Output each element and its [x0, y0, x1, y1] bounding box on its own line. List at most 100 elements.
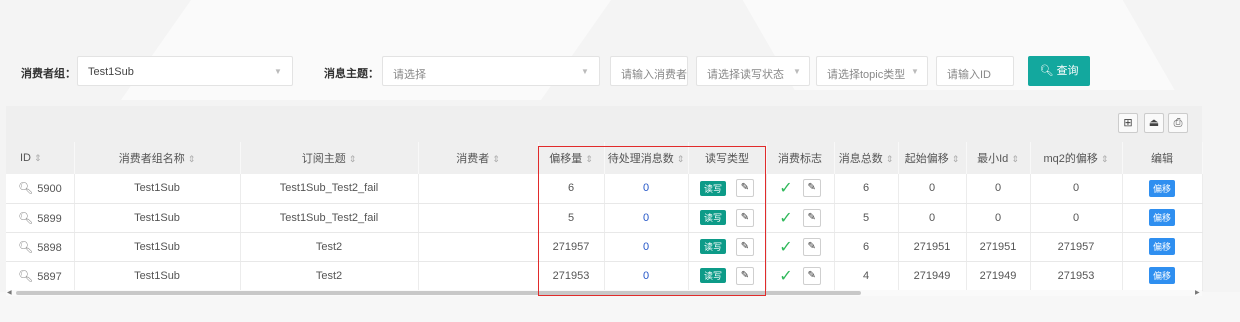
pencil-icon[interactable]: ✎: [802, 208, 821, 227]
pencil-icon[interactable]: ✎: [736, 208, 754, 227]
cell-offset: 271957: [538, 232, 605, 262]
cell-min-id: 271949: [966, 261, 1031, 291]
cell-total: 6: [834, 232, 899, 262]
cell-min-id: 271951: [966, 232, 1031, 262]
rw-badge: 读写: [699, 239, 726, 254]
col-header-edit: 编辑: [1122, 142, 1203, 174]
rw-status-placeholder: 请选择读写状态: [707, 69, 784, 81]
table-row: 🔍︎ 5898 Test1Sub Test2 271957 0 读写 ✎ ✓ ✎ 6 …: [6, 232, 1203, 262]
cell-mq2-offset: 271953: [1030, 261, 1123, 291]
col-header-group-name[interactable]: 消费者组名称 ⇕: [74, 142, 241, 174]
topic-label: 消息主题：: [324, 68, 379, 80]
cell-offset: 5: [538, 203, 605, 233]
id-input[interactable]: 请输入ID: [936, 56, 1014, 86]
topic-select[interactable]: 请选择 ▼: [382, 56, 600, 86]
topic-type-placeholder: 请选择topic类型: [827, 69, 906, 81]
cell-id[interactable]: 🔍︎ 5898: [6, 232, 75, 262]
col-header-rw-type: 读写类型: [688, 142, 767, 174]
cell-group: Test1Sub: [74, 203, 241, 233]
sort-icon: ⇕: [187, 154, 196, 164]
cell-min-id: 0: [966, 203, 1031, 233]
rw-status-select[interactable]: 请选择读写状态 ▼: [696, 56, 810, 86]
cell-mq2-offset: 0: [1030, 203, 1123, 233]
sort-icon: ⇕: [34, 153, 42, 163]
search-icon: 🔍︎: [1039, 65, 1054, 77]
cell-edit: 偏移: [1122, 232, 1203, 262]
offset-edit-button[interactable]: 偏移: [1148, 267, 1175, 284]
offset-edit-button[interactable]: 偏移: [1148, 209, 1175, 226]
cell-id[interactable]: 🔍︎ 5900: [6, 174, 75, 204]
cell-mq2-offset: 0: [1030, 174, 1123, 204]
cell-pending[interactable]: 0: [604, 232, 689, 262]
background-shape: [0, 292, 1240, 322]
query-button-label: 查询: [1056, 65, 1079, 77]
topic-placeholder: 请选择: [393, 69, 426, 81]
export-icon[interactable]: ⏏: [1144, 113, 1164, 133]
cell-edit: 偏移: [1122, 261, 1203, 291]
scroll-right-icon[interactable]: ▶: [1195, 289, 1200, 296]
cell-consumer: [418, 174, 539, 204]
table-header-row: ID ⇕ 消费者组名称 ⇕ 订阅主题 ⇕ 消费者 ⇕ 偏移量 ⇕ 待处理消息数 ⇕ 读写类型…: [6, 142, 1203, 174]
cell-total: 5: [834, 203, 899, 233]
query-button[interactable]: 🔍︎ 查询: [1028, 56, 1090, 86]
col-header-consume-flag: 消费标志: [766, 142, 835, 174]
pencil-icon[interactable]: ✎: [802, 266, 821, 285]
chevron-down-icon: ▼: [793, 67, 801, 76]
offset-edit-button[interactable]: 偏移: [1148, 179, 1175, 197]
col-header-id[interactable]: ID ⇕: [6, 142, 75, 174]
consumer-group-select[interactable]: Test1Sub ▼: [77, 56, 293, 86]
cell-topic: Test2: [240, 232, 419, 262]
col-header-start-offset[interactable]: 起始偏移 ⇕: [898, 142, 967, 174]
col-header-total[interactable]: 消息总数 ⇕: [834, 142, 899, 174]
pencil-icon[interactable]: ✎: [736, 237, 754, 256]
col-header-pending[interactable]: 待处理消息数 ⇕: [604, 142, 689, 174]
topic-type-select[interactable]: 请选择topic类型 ▼: [816, 56, 928, 86]
chevron-down-icon: ▼: [581, 67, 589, 76]
cell-edit: 偏移: [1122, 174, 1203, 204]
print-icon[interactable]: ⎙: [1168, 113, 1188, 133]
check-icon: ✓: [779, 238, 793, 256]
pencil-icon[interactable]: ✎: [802, 237, 821, 256]
cell-consume-flag: ✓ ✎: [766, 232, 835, 262]
consumer-input[interactable]: 请输入消费者: [610, 56, 688, 86]
consumer-placeholder: 请输入消费者: [621, 69, 687, 81]
cell-rw-type: 读写 ✎: [688, 261, 767, 291]
sort-icon: ⇕: [348, 154, 357, 164]
table-row: 🔍︎ 5897 Test1Sub Test2 271953 0 读写 ✎ ✓ ✎ 4 …: [6, 261, 1203, 291]
table-row: 🔍︎ 5899 Test1Sub Test1Sub_Test2_fail 5 0 …: [6, 203, 1203, 233]
scroll-left-icon[interactable]: ◀: [7, 289, 12, 296]
col-header-topic[interactable]: 订阅主题 ⇕: [240, 142, 419, 174]
sort-icon: ⇕: [676, 154, 685, 164]
horizontal-scrollbar[interactable]: ◀ ▶: [6, 290, 1202, 296]
cell-pending[interactable]: 0: [604, 174, 689, 204]
cell-pending[interactable]: 0: [604, 261, 689, 291]
consumer-offset-table: ID ⇕ 消费者组名称 ⇕ 订阅主题 ⇕ 消费者 ⇕ 偏移量 ⇕ 待处理消息数 ⇕ 读写类型…: [6, 142, 1203, 291]
search-icon: 🔍︎: [18, 268, 34, 283]
cell-id[interactable]: 🔍︎ 5899: [6, 203, 75, 233]
pencil-icon[interactable]: ✎: [802, 179, 821, 198]
col-header-min-id[interactable]: 最小Id ⇕: [966, 142, 1031, 174]
col-header-consumer[interactable]: 消费者 ⇕: [418, 142, 539, 174]
sort-icon: ⇕: [1011, 154, 1019, 164]
table-row: 🔍︎ 5900 Test1Sub Test1Sub_Test2_fail 6 0 …: [6, 174, 1203, 204]
search-icon: 🔍︎: [18, 181, 34, 196]
cell-consume-flag: ✓ ✎: [766, 174, 835, 204]
col-header-offset[interactable]: 偏移量 ⇕: [538, 142, 605, 174]
sort-icon: ⇕: [1100, 154, 1109, 164]
id-placeholder: 请输入ID: [947, 69, 991, 81]
cell-topic: Test2: [240, 261, 419, 291]
columns-icon[interactable]: ⊞: [1118, 113, 1138, 133]
cell-start-offset: 271951: [898, 232, 967, 262]
cell-rw-type: 读写 ✎: [688, 174, 767, 204]
pencil-icon[interactable]: ✎: [736, 179, 754, 198]
cell-topic: Test1Sub_Test2_fail: [240, 203, 419, 233]
sort-icon: ⇕: [885, 154, 894, 164]
cell-edit: 偏移: [1122, 203, 1203, 233]
col-header-mq2-offset[interactable]: mq2的偏移 ⇕: [1030, 142, 1123, 174]
cell-pending[interactable]: 0: [604, 203, 689, 233]
offset-edit-button[interactable]: 偏移: [1148, 238, 1175, 255]
scrollbar-thumb[interactable]: [16, 291, 861, 295]
cell-id[interactable]: 🔍︎ 5897: [6, 261, 75, 291]
rw-badge: 读写: [699, 210, 726, 225]
pencil-icon[interactable]: ✎: [736, 266, 754, 285]
